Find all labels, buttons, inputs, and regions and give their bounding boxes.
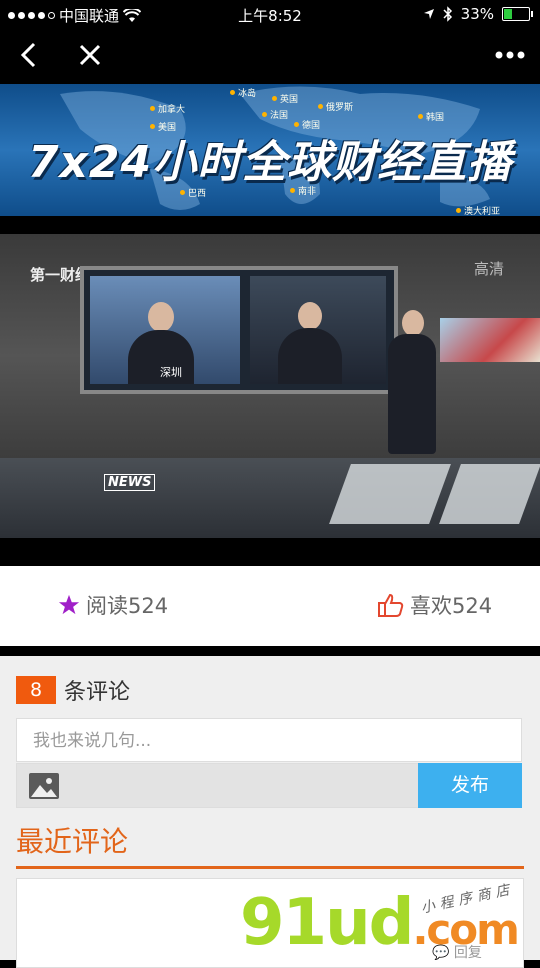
city-label: 英国 [280, 95, 299, 105]
star-icon [58, 594, 80, 615]
more-dots-icon [495, 51, 525, 59]
location-tag: 深圳 [160, 366, 182, 379]
side-screen [440, 318, 540, 362]
close-icon [79, 44, 101, 66]
more-button[interactable] [488, 28, 532, 82]
comment-count-suffix: 条评论 [64, 680, 131, 705]
battery-percent: 33% [460, 5, 494, 23]
like-button[interactable]: 喜欢524 [378, 590, 492, 620]
location-arrow-icon [423, 9, 434, 19]
read-count: 阅读524 [58, 590, 168, 620]
like-count-label: 喜欢524 [410, 594, 493, 618]
recent-divider [16, 866, 524, 869]
video-player[interactable]: 第一财经 高清 深圳 NEWS [0, 234, 540, 538]
quality-badge: 高清 [473, 260, 504, 278]
news-logo: NEWS [104, 474, 156, 491]
bluetooth-icon [443, 6, 452, 22]
close-button[interactable] [68, 28, 112, 82]
recent-comments-title: 最近评论 [16, 825, 129, 858]
city-label: 俄罗斯 [326, 103, 354, 113]
battery-icon [502, 7, 533, 21]
banner-title: 7x24小时全球财经直播 [27, 137, 513, 188]
watermark-main: 91ud [240, 886, 414, 960]
studio-screen: 深圳 [80, 266, 398, 394]
city-label: 澳大利亚 [464, 207, 501, 216]
reply-button[interactable]: 💬 回复 [432, 942, 482, 962]
comment-input[interactable]: 我也来说几句... [16, 718, 522, 762]
city-label: 加拿大 [158, 105, 186, 115]
image-upload-icon[interactable] [29, 773, 59, 799]
article-stats: 阅读524 喜欢524 [0, 566, 540, 646]
publish-button[interactable]: 发布 [418, 763, 522, 808]
back-button[interactable] [8, 28, 48, 82]
reply-label: 回复 [453, 945, 482, 961]
read-count-label: 阅读524 [86, 594, 169, 618]
city-label: 法国 [270, 111, 289, 121]
back-arrow-icon [20, 42, 36, 68]
comment-count-badge: 8 [16, 676, 56, 704]
comment-bubble-icon: 💬 [432, 945, 450, 961]
comment-toolbar: 发布 [16, 763, 522, 808]
thumbs-up-icon [378, 593, 404, 617]
status-bar: 中国联通 上午8:52 33% [0, 0, 540, 28]
city-label: 韩国 [426, 113, 445, 123]
city-label: 冰岛 [238, 89, 257, 99]
live-banner[interactable]: 加拿大 美国 法国 英国 俄罗斯 韩国 德国 巴西 南非 澳大利亚 冰岛 7x2… [0, 84, 540, 216]
nav-bar [0, 28, 540, 82]
